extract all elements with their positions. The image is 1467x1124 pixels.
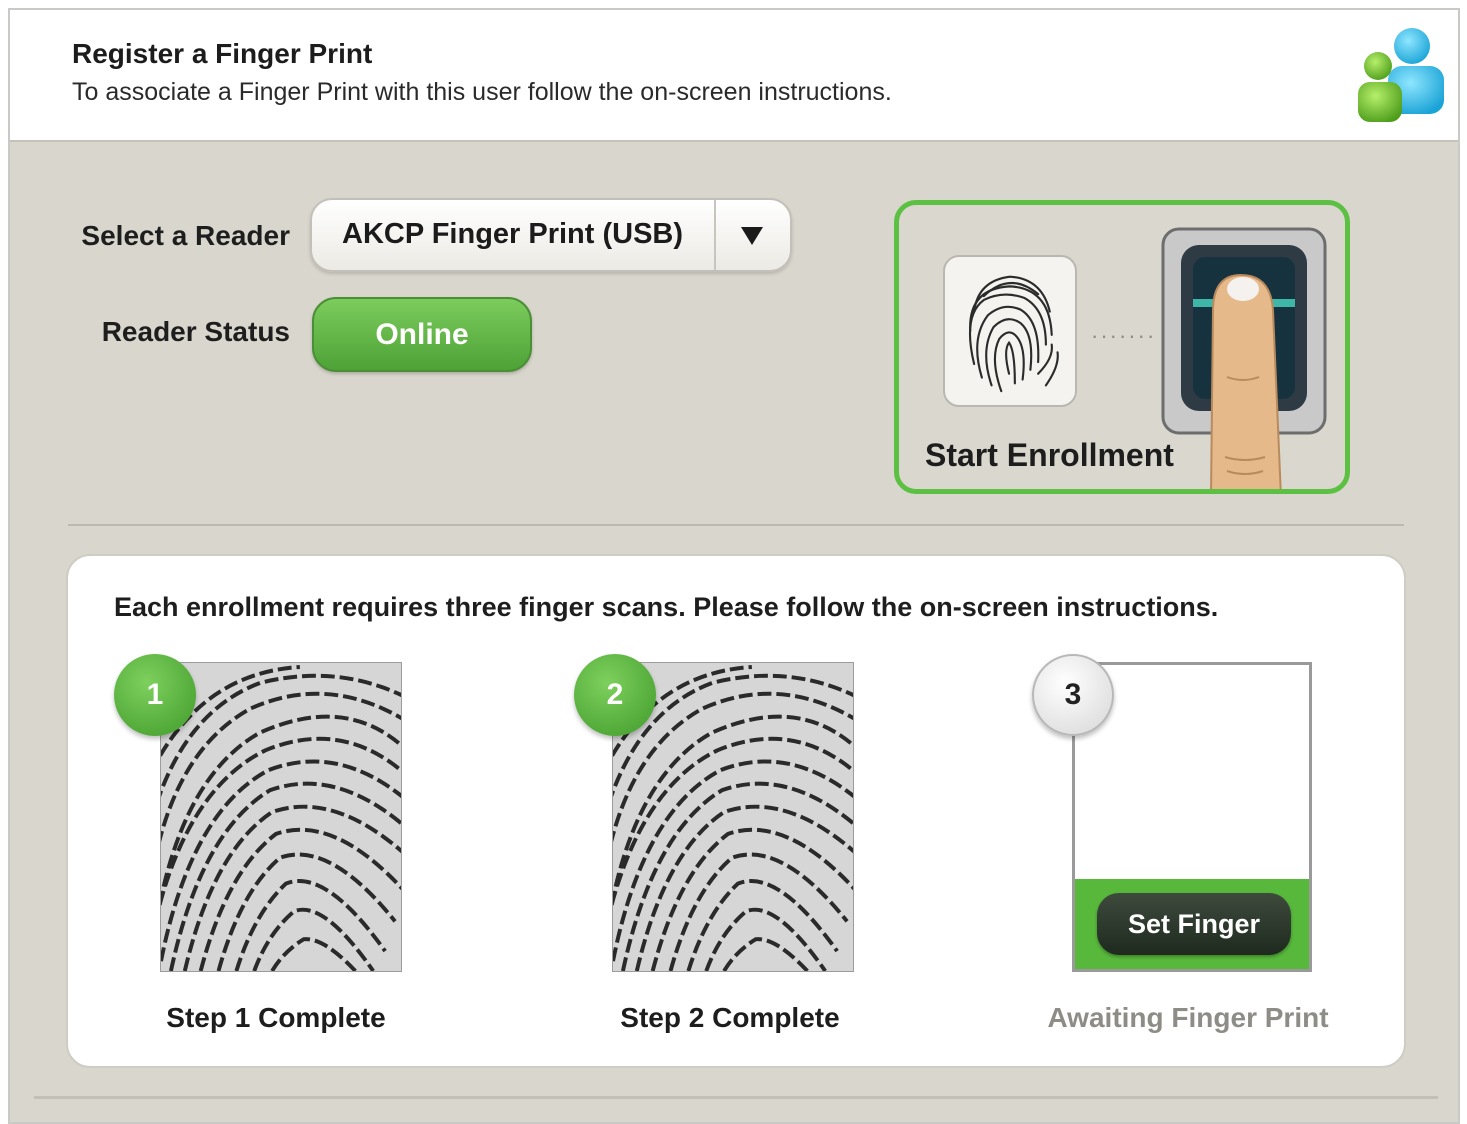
step-caption-1: Step 1 Complete <box>166 1002 386 1033</box>
step-caption-2: Step 2 Complete <box>620 1002 840 1033</box>
footer-divider <box>34 1096 1438 1099</box>
fingerprint-register-window: Register a Finger Print To associate a F… <box>8 8 1460 1124</box>
enrollment-steps-panel: Each enrollment requires three finger sc… <box>66 554 1406 1068</box>
fingerprint-icon <box>943 255 1077 407</box>
users-icon <box>1358 28 1444 122</box>
step-badge-1: 1 <box>114 654 196 736</box>
start-enrollment-label: Start Enrollment <box>925 437 1174 473</box>
connector-dots: ······· <box>1091 323 1157 348</box>
steps-instructions: Each enrollment requires three finger sc… <box>114 592 1219 622</box>
reader-select[interactable]: AKCP Finger Print (USB) <box>310 198 792 272</box>
select-reader-label: Select a Reader <box>81 220 290 251</box>
step-badge-2: 2 <box>574 654 656 736</box>
section-divider <box>68 524 1404 526</box>
page-subtitle: To associate a Finger Print with this us… <box>72 78 892 106</box>
finger-scanner-icon <box>1161 227 1327 489</box>
reader-select-value: AKCP Finger Print (USB) <box>342 218 684 250</box>
reader-status-badge: Online <box>312 297 532 372</box>
page-title: Register a Finger Print <box>72 38 373 69</box>
set-finger-button[interactable]: Set Finger <box>1097 893 1291 955</box>
triangle-down-icon[interactable] <box>740 226 764 246</box>
header: Register a Finger Print To associate a F… <box>10 10 1458 142</box>
scan-image-step-1 <box>160 662 402 972</box>
reader-select-divider <box>714 200 716 270</box>
start-enrollment-button[interactable]: ······· Start Enrollment <box>894 200 1350 494</box>
step-caption-3: Awaiting Finger Print <box>1047 1002 1329 1033</box>
reader-status-label: Reader Status <box>101 316 290 347</box>
step-badge-3: 3 <box>1032 654 1114 736</box>
set-finger-strip: Set Finger <box>1075 879 1309 969</box>
